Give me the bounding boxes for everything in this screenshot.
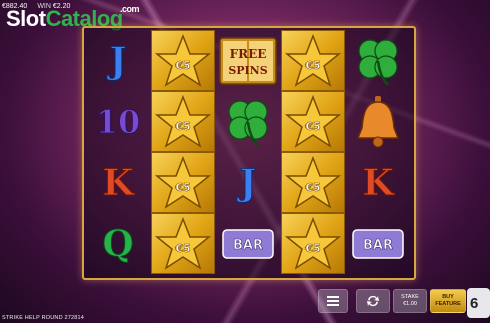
coin-star-symbol: €5 [281,91,345,152]
j-symbol: J [239,161,257,204]
star-icon: €5 [154,94,212,148]
svg-text:BAR: BAR [363,238,393,253]
bar-symbol: BAR [216,213,280,274]
bell-icon [356,95,400,147]
coin-star-symbol: €5 [281,30,345,91]
hamburger-menu-icon [327,296,339,306]
spin-button-text: 6 [470,294,479,312]
svg-text:€5: €5 [304,120,320,133]
svg-text:€5: €5 [304,59,320,72]
bar-icon: BAR [352,228,404,259]
footer-info-text: STRIKE HELP ROUND 272814 [2,315,85,321]
k-symbol: K [362,161,394,204]
star-icon: €5 [154,155,212,209]
coin-star-symbol: €5 [281,152,345,213]
spin-button[interactable]: 6 [467,288,490,318]
coin-star-symbol: €5 [151,30,215,91]
clover-symbol [346,30,410,91]
coin-star-symbol: €5 [281,213,345,274]
reel-grid: J 10 K Q €5 €5 €5 €5 FREE SPINS J BAR €5… [86,30,410,274]
autoplay-button[interactable] [356,289,390,313]
svg-text:€5: €5 [304,242,320,255]
q-symbol: Q [102,222,134,265]
svg-text:€5: €5 [174,242,190,255]
star-icon: €5 [154,33,212,87]
star-icon: €5 [284,155,342,209]
svg-text:€5: €5 [304,181,320,194]
star-icon: €5 [284,94,342,148]
menu-button[interactable] [318,289,348,313]
buy-feature-button[interactable]: BUY FEATURE [430,289,466,313]
k-symbol: K [102,161,134,204]
svg-text:€5: €5 [174,59,190,72]
bar-symbol: BAR [346,213,410,274]
coin-star-symbol: €5 [151,152,215,213]
stake-value: €1.00 [403,301,417,307]
j-symbol: J [109,39,127,82]
svg-text:SPINS: SPINS [228,64,267,77]
stake-label: STAKE [401,294,419,300]
star-icon: €5 [284,33,342,87]
svg-text:BAR: BAR [233,238,263,253]
coin-star-symbol: €5 [151,213,215,274]
star-icon: €5 [284,216,342,270]
reels-frame: J 10 K Q €5 €5 €5 €5 FREE SPINS J BAR €5… [82,26,416,280]
clover-symbol [216,91,280,152]
feature-label: FEATURE [435,301,461,307]
stake-selector[interactable]: STAKE €1.00 [393,289,427,313]
svg-text:FREE: FREE [230,47,267,61]
svg-text:€5: €5 [174,120,190,133]
four-leaf-clover-icon [358,38,398,86]
autoplay-arrows-icon [367,295,379,307]
bar-icon: BAR [222,228,274,259]
book-icon: FREE SPINS [219,36,277,85]
ten-symbol: 10 [95,102,141,141]
four-leaf-clover-icon [228,99,268,147]
star-icon: €5 [154,216,212,270]
coin-star-symbol: €5 [151,91,215,152]
buy-label: BUY [442,294,454,300]
bell-symbol [346,91,410,152]
bottom-control-bar: STRIKE HELP ROUND 272814 STAKE €1.00 BUY… [0,282,490,323]
free-spins-scatter-symbol: FREE SPINS [216,30,280,91]
svg-text:€5: €5 [174,181,190,194]
